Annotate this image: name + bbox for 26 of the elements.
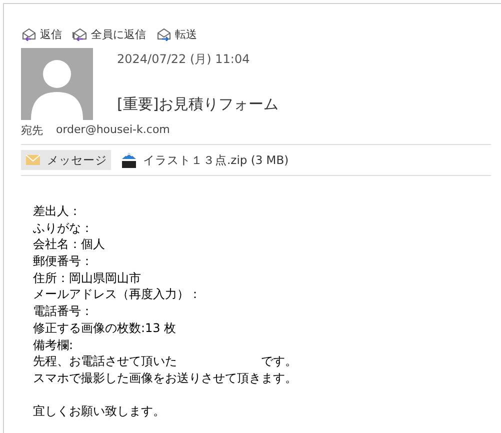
message-date: 2024/07/22 (月) 11:04 — [117, 51, 251, 68]
message-subject: [重要]お見積りフォーム — [117, 95, 279, 114]
attachment-tab[interactable]: メッセージ — [21, 150, 111, 170]
attachment-tab[interactable]: イラスト１３点.zip (3 MB) — [117, 150, 293, 170]
body-text-line: ふりがな： — [33, 220, 94, 236]
reply-all-icon — [72, 27, 88, 41]
body-text-line: 会社名：個人 — [33, 236, 106, 254]
body-text-line: 宜しくお願い致します。 — [33, 403, 166, 420]
reply-icon — [21, 27, 37, 41]
zip-file-icon — [121, 152, 137, 168]
body-text-line: 修正する画像の枚数:13 枚 — [33, 320, 178, 336]
body-text-line: 電話番号： — [33, 303, 94, 320]
body-text-line: 郵便番号： — [33, 253, 94, 270]
body-text-line: スマホで撮影した画像をお送りさせて頂きます。 — [33, 370, 298, 387]
toolbar-button[interactable]: 全員に返信 — [72, 26, 146, 42]
body-text-line: メールアドレス（再度入力）： — [33, 286, 202, 304]
forward-icon — [156, 27, 172, 41]
body-text-line: 住所：岡山県岡山市 — [33, 270, 142, 286]
body-text-line: 差出人： — [33, 203, 82, 220]
envelope-icon — [25, 153, 41, 167]
recipient-label: 宛先 — [21, 123, 43, 138]
recipient-address: order@housei-k.com — [56, 123, 170, 138]
body-text-line: 備考欄: — [33, 336, 74, 354]
toolbar-button[interactable]: 返信 — [21, 26, 62, 42]
toolbar-button[interactable]: 転送 — [156, 26, 197, 42]
body-text-line: 先程、お電話させて頂いた です。 — [33, 353, 298, 370]
